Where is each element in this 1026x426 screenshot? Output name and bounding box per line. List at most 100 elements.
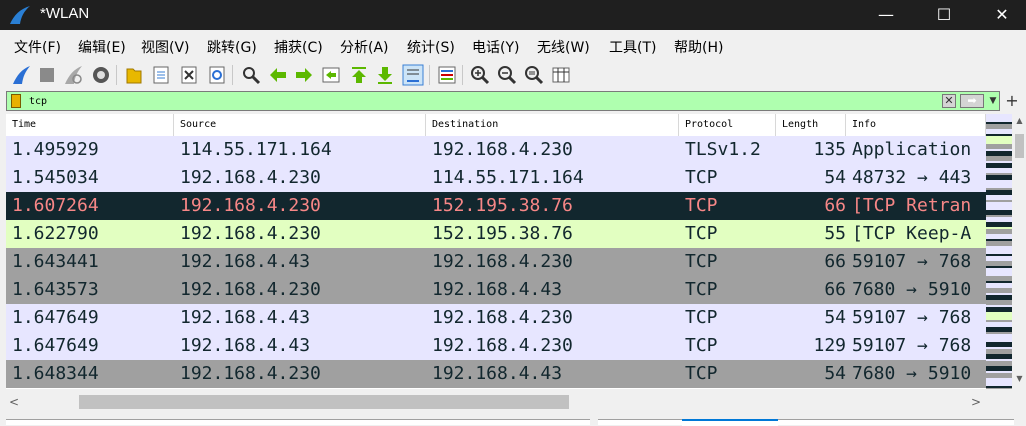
capture-options-gear-icon[interactable]: [90, 64, 112, 86]
packet-row[interactable]: 1.643573 192.168.4.230 192.168.4.43 TCP 66 76…: [6, 276, 986, 304]
stop-square-icon[interactable]: [36, 64, 58, 86]
menu-item-8[interactable]: 无线(W): [537, 37, 590, 57]
column-header-length[interactable]: Length: [776, 114, 846, 136]
shark-fin-start-icon[interactable]: [10, 64, 32, 86]
packet-source-cell: 192.168.4.43: [180, 307, 311, 328]
packet-destination-cell: 192.168.4.230: [432, 139, 573, 160]
scroll-up-icon[interactable]: ▲: [1013, 114, 1026, 128]
menu-item-5[interactable]: 分析(A): [340, 37, 389, 57]
vertical-scroll-thumb[interactable]: [1015, 134, 1024, 158]
reload-icon[interactable]: [206, 64, 228, 86]
display-filter-bar: ✕ ➡ ▼: [6, 91, 1000, 111]
zoom-out-icon[interactable]: [496, 64, 518, 86]
packet-row[interactable]: 1.643441 192.168.4.43 192.168.4.230 TCP 66 59…: [6, 248, 986, 276]
packet-destination-cell: 192.168.4.43: [432, 279, 563, 300]
packet-row[interactable]: 1.607264 192.168.4.230 152.195.38.76 TCP 66 […: [6, 192, 986, 220]
menu-item-10[interactable]: 帮助(H): [674, 37, 723, 57]
minimap-stripe: [986, 378, 1012, 386]
column-header-time[interactable]: Time: [6, 114, 174, 136]
status-pane: [778, 419, 1014, 425]
menu-item-6[interactable]: 统计(S): [407, 37, 455, 57]
minimap-stripe: [986, 180, 1012, 188]
menu-item-2[interactable]: 视图(V): [141, 37, 190, 57]
packet-source-cell: 192.168.4.230: [180, 279, 321, 300]
menu-bar: 文件(F) 编辑(E) 视图(V) 跳转(G) 捕获(C) 分析(A) 统计(S) 电话(Y)…: [0, 30, 1026, 60]
minimap-stripe: [986, 246, 1012, 254]
open-folder-icon[interactable]: [123, 64, 145, 86]
zoom-in-icon[interactable]: [469, 64, 491, 86]
maximize-button[interactable]: ☐: [918, 0, 970, 30]
packet-row[interactable]: 1.648344 192.168.4.230 192.168.4.43 TCP 54 76…: [6, 360, 986, 388]
packet-row[interactable]: 1.647649 192.168.4.43 192.168.4.230 TCP 129 5…: [6, 332, 986, 360]
go-back-arrow-icon[interactable]: [267, 64, 289, 86]
resize-columns-icon[interactable]: [550, 64, 572, 86]
find-magnifier-icon[interactable]: [240, 64, 262, 86]
display-filter-input[interactable]: [29, 93, 929, 109]
column-header-protocol[interactable]: Protocol: [679, 114, 776, 136]
restart-fin-icon[interactable]: [62, 64, 84, 86]
colorize-icon[interactable]: [436, 64, 458, 86]
packet-row[interactable]: 1.622790 192.168.4.230 152.195.38.76 TCP 55 […: [6, 220, 986, 248]
minimize-button[interactable]: —: [860, 0, 912, 30]
packet-protocol-cell: TCP: [685, 335, 718, 356]
menu-item-3[interactable]: 跳转(G): [207, 37, 257, 57]
filter-history-dropdown[interactable]: ▼: [987, 94, 999, 108]
packet-row[interactable]: 1.647649 192.168.4.43 192.168.4.230 TCP 54 59…: [6, 304, 986, 332]
scroll-left-icon[interactable]: <: [6, 392, 22, 412]
packet-row[interactable]: 1.545034 192.168.4.230 114.55.171.164 TCP 54…: [6, 164, 986, 192]
window-title: *WLAN: [40, 5, 90, 22]
packet-length-cell: 129: [813, 335, 846, 356]
minimap-stripe: [986, 136, 1012, 144]
autoscroll-icon[interactable]: [402, 64, 424, 86]
toolbar-separator: [429, 65, 430, 85]
horizontal-scroll-thumb[interactable]: [79, 395, 569, 409]
menu-item-9[interactable]: 工具(T): [609, 37, 656, 57]
packet-source-cell: 192.168.4.230: [180, 223, 321, 244]
packet-destination-cell: 114.55.171.164: [432, 167, 584, 188]
go-forward-arrow-icon[interactable]: [293, 64, 315, 86]
clear-filter-button[interactable]: ✕: [942, 94, 956, 108]
menu-item-1[interactable]: 编辑(E): [78, 37, 126, 57]
vertical-scrollbar[interactable]: ▲ ▼: [1013, 114, 1026, 390]
packet-protocol-cell: TCP: [685, 251, 718, 272]
packet-list[interactable]: Time Source Destination Protocol Length Info …: [6, 114, 986, 389]
packet-source-cell: 192.168.4.43: [180, 335, 311, 356]
last-packet-arrow-icon[interactable]: [374, 64, 396, 86]
menu-item-4[interactable]: 捕获(C): [274, 37, 323, 57]
packet-length-cell: 55: [824, 223, 846, 244]
title-bar: *WLAN — ☐ ✕: [0, 0, 1026, 30]
packet-source-cell: 192.168.4.230: [180, 167, 321, 188]
normal-size-icon[interactable]: [523, 64, 545, 86]
scroll-down-icon[interactable]: ▼: [1013, 372, 1026, 386]
bookmark-icon[interactable]: [11, 94, 21, 108]
column-header-destination[interactable]: Destination: [426, 114, 679, 136]
minimap-stripe: [986, 268, 1012, 276]
save-file-icon[interactable]: [150, 64, 172, 86]
packet-details-pane[interactable]: [6, 419, 590, 425]
packet-info-cell: 59107 → 768: [852, 335, 972, 356]
apply-filter-button[interactable]: ➡: [960, 94, 984, 108]
packet-length-cell: 66: [824, 251, 846, 272]
packet-time-cell: 1.545034: [12, 167, 99, 188]
go-to-packet-icon[interactable]: [320, 64, 342, 86]
packet-minimap[interactable]: [986, 114, 1012, 389]
column-header-source[interactable]: Source: [174, 114, 426, 136]
horizontal-scrollbar[interactable]: < >: [6, 392, 986, 412]
packet-time-cell: 1.607264: [12, 195, 99, 216]
close-file-icon[interactable]: [178, 64, 200, 86]
packet-bytes-pane[interactable]: [598, 419, 682, 425]
scroll-right-icon[interactable]: >: [968, 392, 984, 412]
first-packet-arrow-icon[interactable]: [348, 64, 370, 86]
packet-info-cell: 59107 → 768: [852, 307, 972, 328]
menu-item-7[interactable]: 电话(Y): [472, 37, 519, 57]
packet-source-cell: 114.55.171.164: [180, 139, 332, 160]
column-header-info[interactable]: Info: [846, 114, 986, 136]
selected-pane-indicator: [682, 419, 778, 426]
toolbar-separator: [232, 65, 233, 85]
packet-destination-cell: 192.168.4.230: [432, 251, 573, 272]
menu-item-0[interactable]: 文件(F): [14, 37, 61, 57]
packet-info-cell: 59107 → 768: [852, 251, 972, 272]
packet-row[interactable]: 1.495929 114.55.171.164 192.168.4.230 TLSv1…: [6, 136, 986, 164]
add-filter-button[interactable]: +: [1004, 91, 1020, 111]
close-window-button[interactable]: ✕: [976, 0, 1026, 30]
